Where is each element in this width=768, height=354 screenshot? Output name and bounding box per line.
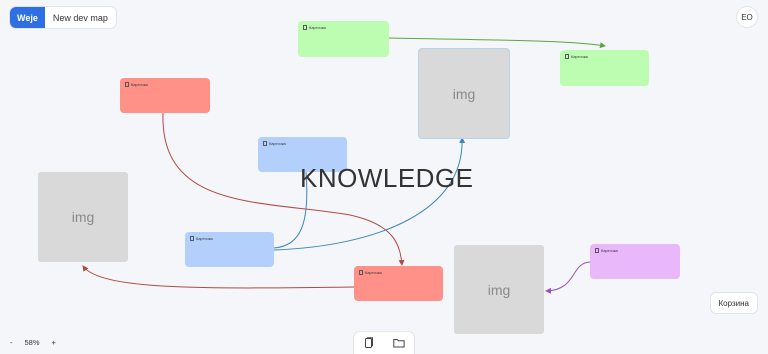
image-placeholder-label: img xyxy=(452,85,476,102)
image-bottom-right[interactable]: img xyxy=(454,245,544,334)
folder-icon[interactable] xyxy=(392,336,406,350)
map-name[interactable]: New dev map xyxy=(45,7,116,28)
image-placeholder-label: img xyxy=(487,281,511,298)
document-icon xyxy=(263,141,267,146)
card-red-bottom[interactable]: Карточка xyxy=(354,266,443,301)
zoom-level: 58% xyxy=(24,338,40,347)
map-title-chip[interactable]: Weje New dev map xyxy=(10,7,116,28)
board-canvas[interactable]: Карточка Карточка Карточка Карточка Карт… xyxy=(0,0,768,352)
image-left[interactable]: img xyxy=(38,172,128,262)
document-icon xyxy=(125,82,129,87)
card-label: Карточка xyxy=(365,270,382,275)
card-label: Карточка xyxy=(196,236,213,241)
card-label: Карточка xyxy=(601,248,618,253)
document-icon[interactable] xyxy=(362,336,376,350)
user-avatar[interactable]: EO xyxy=(737,7,757,27)
basket-button[interactable]: Корзина xyxy=(710,293,757,313)
zoom-out-button[interactable]: - xyxy=(10,338,13,347)
document-icon xyxy=(303,25,307,30)
card-label: Карточка xyxy=(309,25,326,30)
card-blue-bottom[interactable]: Карточка xyxy=(185,232,274,267)
app-logo[interactable]: Weje xyxy=(10,7,45,28)
card-green-top[interactable]: Карточка xyxy=(298,21,389,57)
connector-green xyxy=(388,37,606,49)
bottom-toolbar xyxy=(354,332,414,354)
document-icon xyxy=(565,54,569,59)
document-icon xyxy=(595,248,599,253)
card-red-top[interactable]: Карточка xyxy=(120,78,210,113)
card-label: Карточка xyxy=(269,141,286,146)
image-top[interactable]: img xyxy=(419,49,509,138)
connector-purple xyxy=(545,261,592,294)
zoom-controls: - 58% + xyxy=(10,338,56,347)
card-green-right[interactable]: Карточка xyxy=(560,50,649,86)
card-purple[interactable]: Карточка xyxy=(590,244,680,279)
card-label: Карточка xyxy=(571,54,588,59)
zoom-in-button[interactable]: + xyxy=(52,338,56,347)
document-icon xyxy=(359,270,363,275)
center-text[interactable]: KNOWLEDGE xyxy=(300,163,474,194)
connector-red-bottom xyxy=(82,265,356,289)
document-icon xyxy=(190,236,194,241)
card-label: Карточка xyxy=(131,82,148,87)
image-placeholder-label: img xyxy=(71,209,95,225)
